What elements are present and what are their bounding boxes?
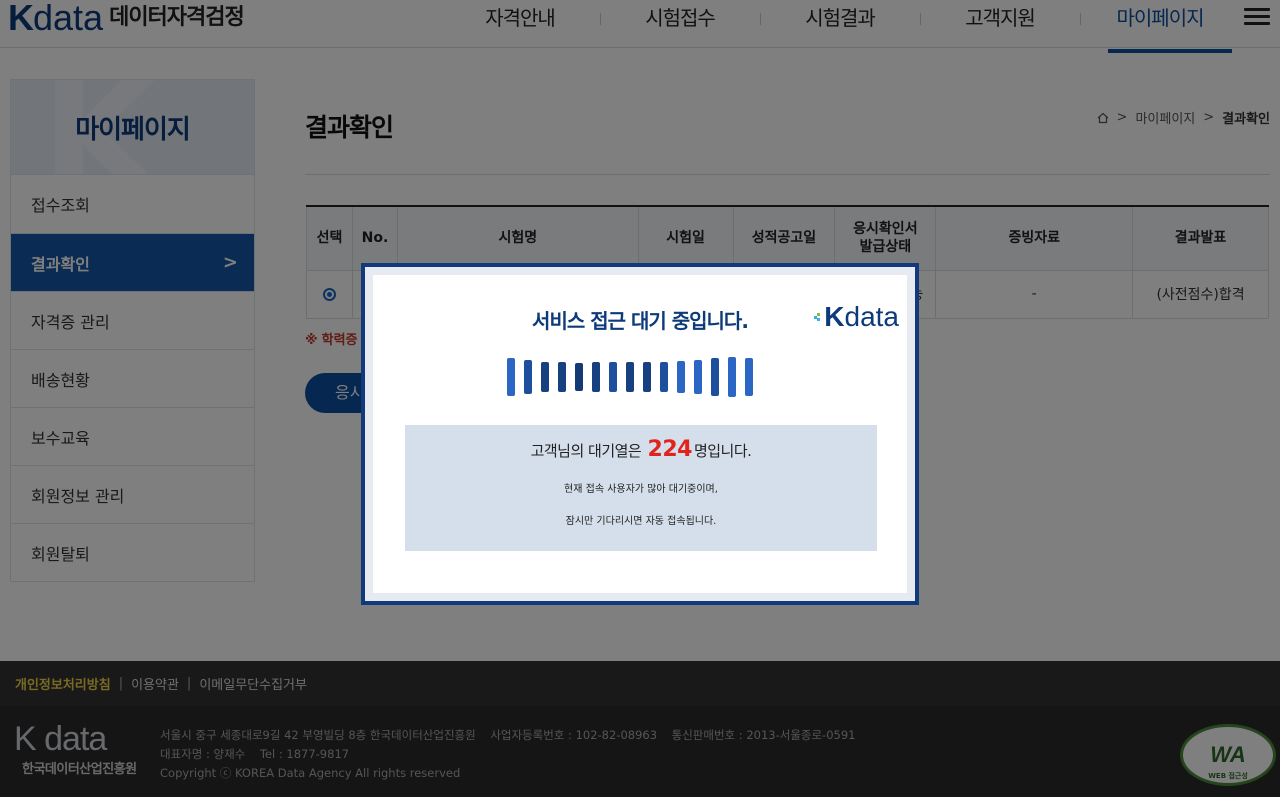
loading-bar: [711, 358, 719, 396]
loading-bar: [677, 361, 685, 393]
loading-bar: [507, 358, 515, 396]
modal-logo: K data: [814, 301, 899, 333]
loading-bar: [575, 363, 583, 391]
queue-info-box: 고객님의 대기열은 224 명입니다. 현재 접속 사용자가 많아 대기중이며, …: [405, 425, 877, 551]
loading-bar: [541, 362, 549, 392]
loading-bar: [524, 360, 532, 394]
modal-logo-k: K: [824, 301, 845, 332]
queue-count: 224: [647, 437, 693, 462]
loading-bar: [626, 362, 634, 392]
queue-note: 현재 접속 사용자가 많아 대기중이며, 잠시만 기다리시면 자동 접속됩니다.: [405, 474, 877, 538]
queue-status-line: 고객님의 대기열은 224 명입니다.: [405, 437, 877, 462]
logo-dots-icon: [814, 313, 822, 321]
loading-bar: [660, 362, 668, 392]
queue-prefix: 고객님의 대기열은: [530, 442, 642, 460]
waiting-queue-modal: 서비스 접근 대기 중입니다. K data 고객님의 대기열은 224 명입니다…: [361, 263, 919, 605]
queue-note-line2: 잠시만 기다리시면 자동 접속됩니다.: [565, 516, 717, 527]
loading-bar: [728, 357, 736, 397]
loading-bars: [507, 357, 753, 397]
modal-logo-data: data: [844, 301, 900, 332]
queue-note-line1: 현재 접속 사용자가 많아 대기중이며,: [564, 484, 718, 495]
modal-body: 서비스 접근 대기 중입니다. K data 고객님의 대기열은 224 명입니다…: [373, 275, 907, 593]
loading-bar: [643, 362, 651, 392]
loading-bar: [694, 360, 702, 394]
loading-bar: [592, 362, 600, 392]
loading-bar: [609, 362, 617, 392]
loading-bar: [558, 362, 566, 392]
queue-suffix: 명입니다.: [693, 442, 752, 460]
loading-bar: [745, 358, 753, 396]
